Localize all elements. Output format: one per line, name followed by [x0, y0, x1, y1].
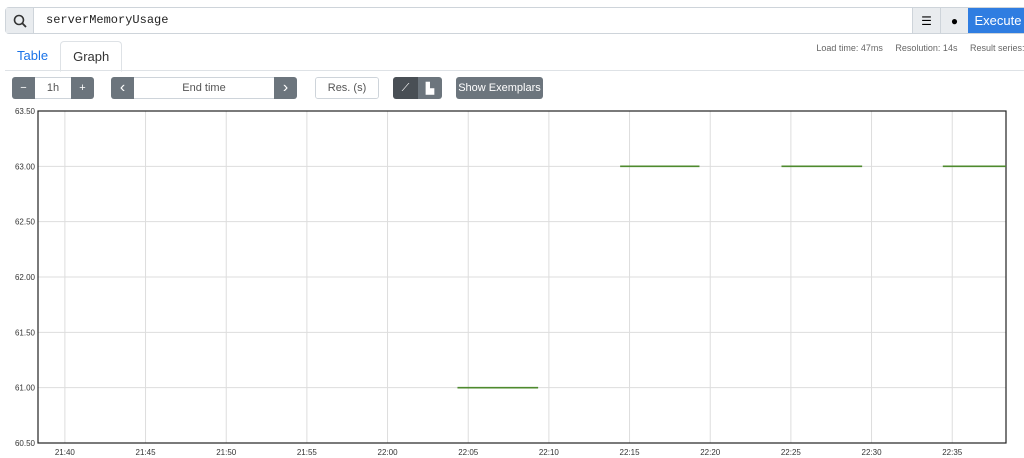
y-tick-label: 61.50: [15, 328, 36, 337]
graph: 60.50 61.00 61.50 62.00 62.50 63.00 63.50 21:40…: [15, 107, 1007, 457]
x-tick-label: 21:55: [297, 448, 318, 457]
y-tick-label: 63.00: [15, 162, 36, 171]
x-tick-label: 21:50: [216, 448, 237, 457]
x-tick-label: 22:25: [781, 448, 802, 457]
x-tick-label: 21:40: [55, 448, 76, 457]
x-tick-label: 22:10: [539, 448, 560, 457]
x-tick-label: 22:20: [700, 448, 721, 457]
y-tick-label: 61.00: [15, 384, 36, 393]
x-tick-label: 21:45: [136, 448, 157, 457]
x-tick-label: 22:15: [620, 448, 641, 457]
x-tick-label: 22:05: [458, 448, 479, 457]
y-tick-label: 62.50: [15, 218, 36, 227]
y-tick-label: 60.50: [15, 439, 36, 448]
x-tick-label: 22:00: [378, 448, 399, 457]
y-tick-label: 62.00: [15, 273, 36, 282]
y-tick-label: 63.50: [15, 107, 36, 116]
x-tick-label: 22:35: [942, 448, 963, 457]
x-tick-label: 22:30: [862, 448, 883, 457]
